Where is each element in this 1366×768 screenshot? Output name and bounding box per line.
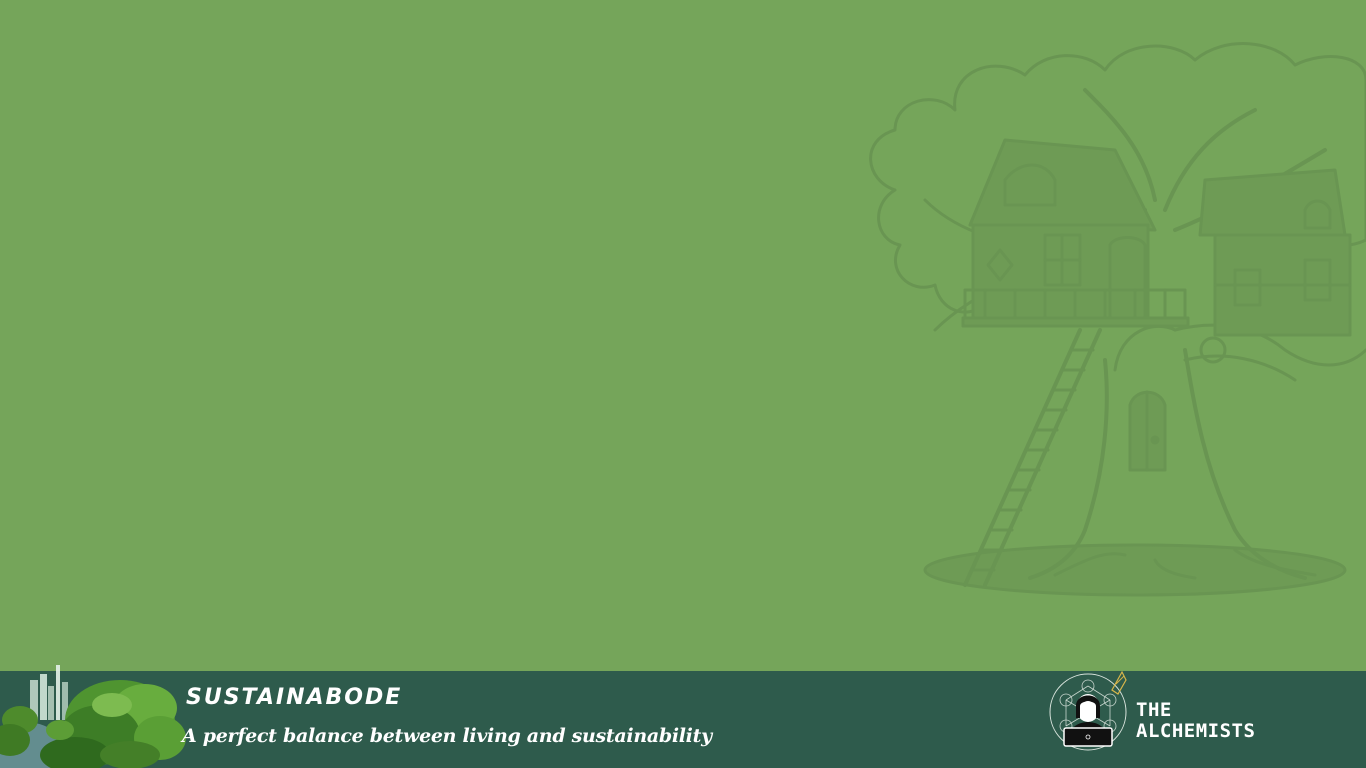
brand-title: SUSTAINABODE	[186, 685, 403, 710]
slide-canvas: SUSTAINABODE A perfect balance between l…	[0, 0, 1366, 768]
eco-city-illustration	[0, 665, 186, 768]
team-name-line1: THE	[1136, 699, 1172, 721]
alchemists-logo	[1049, 670, 1127, 751]
brand-tagline: A perfect balance between living and sus…	[182, 725, 712, 747]
treehouse-illustration	[869, 42, 1366, 597]
team-name-line2: ALCHEMISTS	[1136, 720, 1256, 742]
team-name: THE ALCHEMISTS	[1136, 700, 1255, 742]
